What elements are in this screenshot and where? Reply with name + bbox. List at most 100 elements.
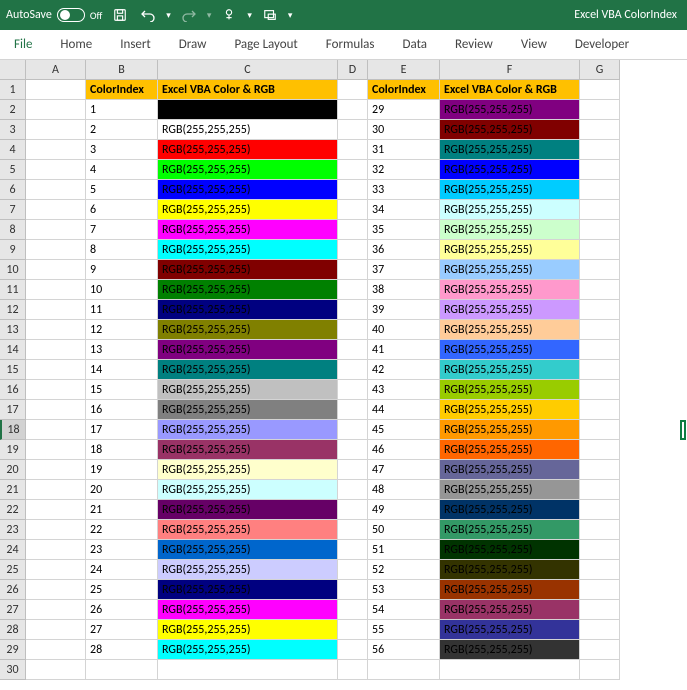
cell-f25[interactable]: RGB(255,255,255) bbox=[440, 560, 580, 580]
cell-d16[interactable] bbox=[338, 380, 368, 400]
column-header-A[interactable]: A bbox=[26, 60, 86, 80]
cell-f4[interactable]: RGB(255,255,255) bbox=[440, 140, 580, 160]
cell-d3[interactable] bbox=[338, 120, 368, 140]
cell-c28[interactable]: RGB(255,255,255) bbox=[158, 620, 338, 640]
cell-b8[interactable]: 7 bbox=[86, 220, 158, 240]
cell-g5[interactable] bbox=[580, 160, 620, 180]
cell-b1[interactable]: ColorIndex bbox=[86, 80, 158, 100]
cell-a9[interactable] bbox=[26, 240, 86, 260]
cell-e13[interactable]: 40 bbox=[368, 320, 440, 340]
cell-c3[interactable]: RGB(255,255,255) bbox=[158, 120, 338, 140]
cell-e26[interactable]: 53 bbox=[368, 580, 440, 600]
cell-g8[interactable] bbox=[580, 220, 620, 240]
row-header-6[interactable]: 6 bbox=[0, 180, 26, 200]
cell-d21[interactable] bbox=[338, 480, 368, 500]
cell-d10[interactable] bbox=[338, 260, 368, 280]
select-all-corner[interactable] bbox=[0, 60, 26, 80]
cell-f28[interactable]: RGB(255,255,255) bbox=[440, 620, 580, 640]
cell-a1[interactable] bbox=[26, 80, 86, 100]
cell-b26[interactable]: 25 bbox=[86, 580, 158, 600]
cell-c9[interactable]: RGB(255,255,255) bbox=[158, 240, 338, 260]
cell-e16[interactable]: 43 bbox=[368, 380, 440, 400]
cell-d27[interactable] bbox=[338, 600, 368, 620]
ribbon-tab-view[interactable]: View bbox=[507, 30, 561, 59]
customize-qat-icon[interactable] bbox=[260, 5, 280, 25]
row-header-16[interactable]: 16 bbox=[0, 380, 26, 400]
row-header-14[interactable]: 14 bbox=[0, 340, 26, 360]
cell-d5[interactable] bbox=[338, 160, 368, 180]
autosave-toggle[interactable]: AutoSave Off bbox=[6, 8, 102, 22]
cell-e7[interactable]: 34 bbox=[368, 200, 440, 220]
cell-f24[interactable]: RGB(255,255,255) bbox=[440, 540, 580, 560]
cell-c11[interactable]: RGB(255,255,255) bbox=[158, 280, 338, 300]
cell-c23[interactable]: RGB(255,255,255) bbox=[158, 520, 338, 540]
cell-c17[interactable]: RGB(255,255,255) bbox=[158, 400, 338, 420]
cell-f9[interactable]: RGB(255,255,255) bbox=[440, 240, 580, 260]
cell-e28[interactable]: 55 bbox=[368, 620, 440, 640]
cell-a20[interactable] bbox=[26, 460, 86, 480]
cell-e3[interactable]: 30 bbox=[368, 120, 440, 140]
cell-d15[interactable] bbox=[338, 360, 368, 380]
cell-f20[interactable]: RGB(255,255,255) bbox=[440, 460, 580, 480]
cell-b12[interactable]: 11 bbox=[86, 300, 158, 320]
cell-g3[interactable] bbox=[580, 120, 620, 140]
cell-a22[interactable] bbox=[26, 500, 86, 520]
cell-g21[interactable] bbox=[580, 480, 620, 500]
cell-d26[interactable] bbox=[338, 580, 368, 600]
cell-g26[interactable] bbox=[580, 580, 620, 600]
chevron-down-icon[interactable]: ▾ bbox=[207, 10, 212, 21]
cell-a8[interactable] bbox=[26, 220, 86, 240]
cell-d9[interactable] bbox=[338, 240, 368, 260]
cell-g2[interactable] bbox=[580, 100, 620, 120]
cell-e22[interactable]: 49 bbox=[368, 500, 440, 520]
cell-g7[interactable] bbox=[580, 200, 620, 220]
cell-f5[interactable]: RGB(255,255,255) bbox=[440, 160, 580, 180]
cell-b10[interactable]: 9 bbox=[86, 260, 158, 280]
cell-f18[interactable]: RGB(255,255,255) bbox=[440, 420, 580, 440]
toggle-switch[interactable] bbox=[57, 8, 85, 22]
cell-d13[interactable] bbox=[338, 320, 368, 340]
cell-b6[interactable]: 5 bbox=[86, 180, 158, 200]
cell-e4[interactable]: 31 bbox=[368, 140, 440, 160]
cell-b17[interactable]: 16 bbox=[86, 400, 158, 420]
row-header-22[interactable]: 22 bbox=[0, 500, 26, 520]
cell-a28[interactable] bbox=[26, 620, 86, 640]
cell-d23[interactable] bbox=[338, 520, 368, 540]
cell-e27[interactable]: 54 bbox=[368, 600, 440, 620]
cell-c24[interactable]: RGB(255,255,255) bbox=[158, 540, 338, 560]
row-header-3[interactable]: 3 bbox=[0, 120, 26, 140]
cell-d17[interactable] bbox=[338, 400, 368, 420]
cell-b11[interactable]: 10 bbox=[86, 280, 158, 300]
cell-a10[interactable] bbox=[26, 260, 86, 280]
cell-f27[interactable]: RGB(255,255,255) bbox=[440, 600, 580, 620]
cell-b4[interactable]: 3 bbox=[86, 140, 158, 160]
cell-f29[interactable]: RGB(255,255,255) bbox=[440, 640, 580, 660]
row-header-9[interactable]: 9 bbox=[0, 240, 26, 260]
cell-c15[interactable]: RGB(255,255,255) bbox=[158, 360, 338, 380]
cell-b22[interactable]: 21 bbox=[86, 500, 158, 520]
column-header-F[interactable]: F bbox=[440, 60, 580, 80]
cell-b28[interactable]: 27 bbox=[86, 620, 158, 640]
cell-g27[interactable] bbox=[580, 600, 620, 620]
cell-f2[interactable]: RGB(255,255,255) bbox=[440, 100, 580, 120]
cell-d2[interactable] bbox=[338, 100, 368, 120]
cell-d11[interactable] bbox=[338, 280, 368, 300]
cell-f16[interactable]: RGB(255,255,255) bbox=[440, 380, 580, 400]
cell-a19[interactable] bbox=[26, 440, 86, 460]
cell-g29[interactable] bbox=[580, 640, 620, 660]
row-header-25[interactable]: 25 bbox=[0, 560, 26, 580]
cell-e29[interactable]: 56 bbox=[368, 640, 440, 660]
row-header-29[interactable]: 29 bbox=[0, 640, 26, 660]
cell-g17[interactable] bbox=[580, 400, 620, 420]
cell-a2[interactable] bbox=[26, 100, 86, 120]
cell-e17[interactable]: 44 bbox=[368, 400, 440, 420]
cell-a18[interactable] bbox=[26, 420, 86, 440]
row-header-2[interactable]: 2 bbox=[0, 100, 26, 120]
cell-c29[interactable]: RGB(255,255,255) bbox=[158, 640, 338, 660]
cell-e11[interactable]: 38 bbox=[368, 280, 440, 300]
cell-e24[interactable]: 51 bbox=[368, 540, 440, 560]
cell-g15[interactable] bbox=[580, 360, 620, 380]
cell-e5[interactable]: 32 bbox=[368, 160, 440, 180]
cell-d24[interactable] bbox=[338, 540, 368, 560]
cell-f10[interactable]: RGB(255,255,255) bbox=[440, 260, 580, 280]
